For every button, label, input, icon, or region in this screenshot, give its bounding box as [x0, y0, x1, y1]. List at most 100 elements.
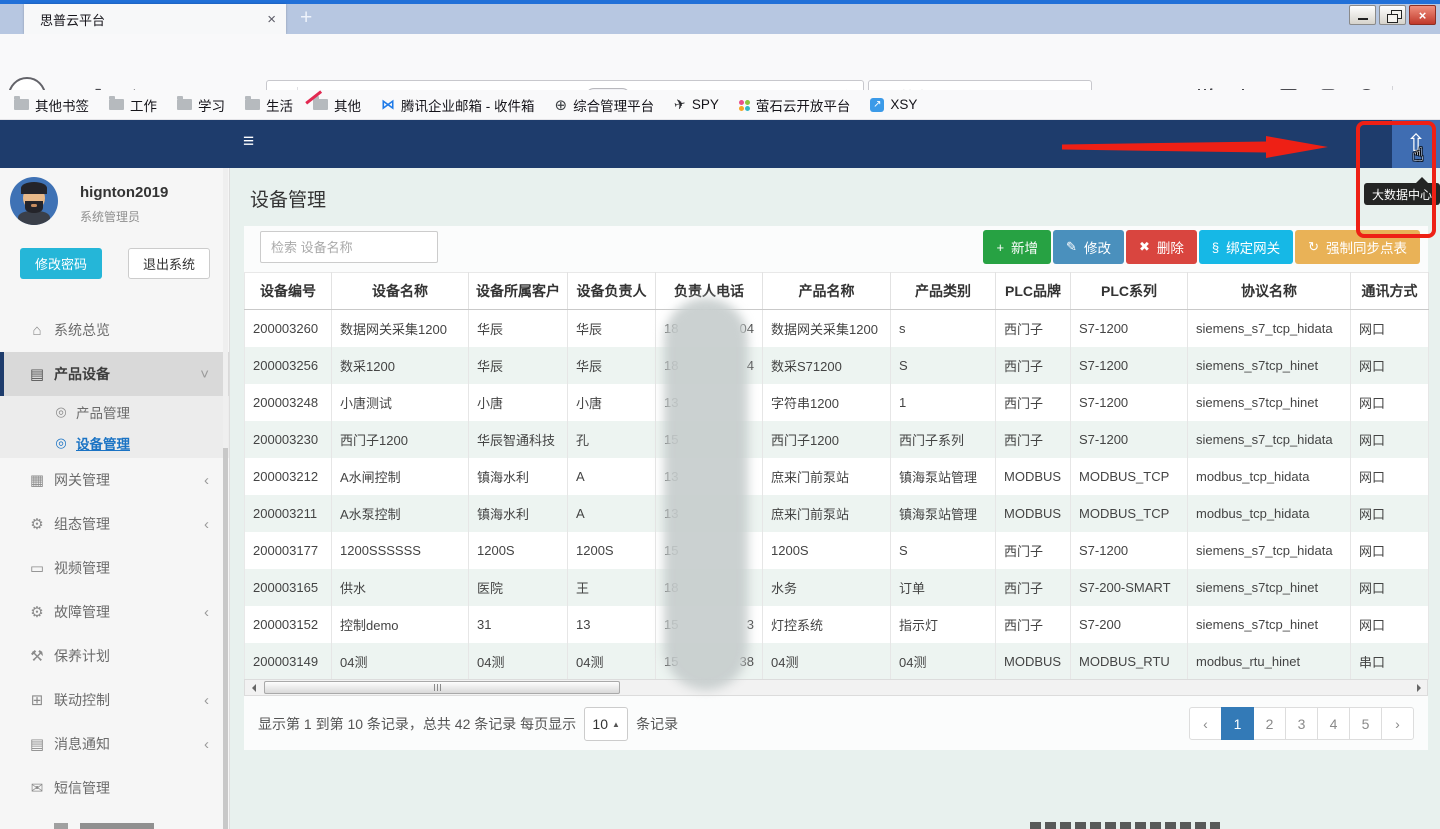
add-button[interactable]: +新增	[983, 230, 1051, 264]
device-table-body: 200003260 数据网关采集1200 华辰 华辰 1804 数据网关采集12…	[245, 310, 1429, 680]
page-prev-button[interactable]: ‹	[1189, 707, 1222, 740]
column-header[interactable]: 协议名称	[1188, 273, 1351, 310]
bookmark-item[interactable]: ⊕综合管理平台	[555, 95, 655, 115]
page-button-5[interactable]: 5	[1349, 707, 1382, 740]
page-title: 设备管理	[250, 185, 326, 212]
sidebar-item-maintenance-plan[interactable]: ⚒ 保养计划	[0, 634, 229, 678]
page-button-4[interactable]: 4	[1317, 707, 1350, 740]
table-row[interactable]: 200003212 A水闸控制 镇海水利 A 13 庶来门前泵站 镇海泵站管理 …	[245, 458, 1429, 495]
bookmark-item[interactable]: ✈SPY	[674, 96, 719, 113]
sidebar-item-product-device[interactable]: ▤ 产品设备 ˅	[0, 352, 229, 396]
column-header[interactable]: 设备负责人	[568, 273, 656, 310]
cell-category: 1	[891, 384, 996, 421]
close-window-button[interactable]: ×	[1409, 5, 1436, 25]
sidebar-item-video-management[interactable]: ▭ 视频管理	[0, 546, 229, 590]
table-row[interactable]: 200003165 供水 医院 王 18 水务 订单 西门子 S7-200-SM…	[245, 569, 1429, 606]
sidebar-item-label: 消息通知	[54, 734, 110, 754]
column-header[interactable]: 设备所属客户	[469, 273, 568, 310]
sidebar-item-message-notice[interactable]: ▤ 消息通知 ‹	[0, 722, 229, 766]
bookmark-folder[interactable]: 其他书签	[14, 95, 89, 115]
table-row[interactable]: 200003260 数据网关采集1200 华辰 华辰 1804 数据网关采集12…	[245, 310, 1429, 347]
cell-category: S	[891, 347, 996, 384]
cell-category: 西门子系列	[891, 421, 996, 458]
device-panel: +新增 ✎修改 ✖删除 §绑定网关 ↻强制同步点表 设备编号设备名称设备所属客户…	[244, 226, 1428, 750]
force-sync-button[interactable]: ↻强制同步点表	[1295, 230, 1420, 264]
cell-device-name: 小唐测试	[332, 384, 469, 421]
column-header[interactable]: PLC品牌	[996, 273, 1071, 310]
sidebar-toggle-icon[interactable]: ≡	[243, 131, 254, 153]
table-row[interactable]: 200003152 控制demo 31 13 153 灯控系统 指示灯 西门子 …	[245, 606, 1429, 643]
cell-category: 镇海泵站管理	[891, 495, 996, 532]
column-header[interactable]: 产品类别	[891, 273, 996, 310]
edit-button[interactable]: ✎修改	[1053, 230, 1124, 264]
column-header[interactable]: 设备编号	[245, 273, 332, 310]
sidebar-scrollbar[interactable]	[223, 168, 228, 829]
scroll-right-arrow[interactable]	[1411, 680, 1427, 695]
scrollbar-thumb[interactable]	[264, 681, 620, 694]
table-row[interactable]: 200003177 1200SSSSSS 1200S 1200S 15 1200…	[245, 532, 1429, 569]
table-row[interactable]: 200003149 04测 04测 04测 1538 04测 04测 MODBU…	[245, 643, 1429, 680]
cell-plc-series: MODBUS_TCP	[1071, 495, 1188, 532]
new-tab-button[interactable]: +	[300, 4, 312, 32]
bookmark-folder[interactable]: 其他	[313, 95, 361, 115]
change-password-button[interactable]: 修改密码	[20, 248, 102, 279]
sidebar-item-gateway-management[interactable]: ▦ 网关管理 ‹	[0, 458, 229, 502]
cell-customer: 小唐	[469, 384, 568, 421]
column-header[interactable]: 产品名称	[763, 273, 891, 310]
table-row[interactable]: 200003248 小唐测试 小唐 小唐 13 字符串1200 1 西门子 S7…	[245, 384, 1429, 421]
cell-owner: 04测	[568, 643, 656, 680]
scroll-left-arrow[interactable]	[245, 680, 261, 695]
bind-gateway-button[interactable]: §绑定网关	[1199, 230, 1293, 264]
cell-owner: A	[568, 495, 656, 532]
table-toolbar: +新增 ✎修改 ✖删除 §绑定网关 ↻强制同步点表	[983, 230, 1420, 264]
sidebar-item-config-management[interactable]: ⚙ 组态管理 ‹	[0, 502, 229, 546]
bookmark-item[interactable]: ↗XSY	[870, 97, 917, 112]
sidebar-item-device-management[interactable]: ◎ 设备管理	[0, 427, 229, 458]
page-button-3[interactable]: 3	[1285, 707, 1318, 740]
xsy-logo-icon: ↗	[870, 98, 884, 112]
bookmark-folder[interactable]: 生活	[245, 95, 293, 115]
sidebar-item-label: 短信管理	[54, 778, 110, 798]
browser-tab[interactable]: 思普云平台 ×	[24, 4, 286, 34]
device-search-input[interactable]	[260, 231, 438, 263]
sidebar-item-system-overview[interactable]: ⌂ 系统总览	[0, 308, 229, 352]
table-row[interactable]: 200003211 A水泵控制 镇海水利 A 13 庶来门前泵站 镇海泵站管理 …	[245, 495, 1429, 532]
column-header[interactable]: PLC系列	[1071, 273, 1188, 310]
tab-close-icon[interactable]: ×	[267, 12, 276, 27]
column-header[interactable]: 通讯方式	[1351, 273, 1429, 310]
sidebar-item-label: 联动控制	[54, 690, 110, 710]
bookmark-item[interactable]: ⋈腾讯企业邮箱 - 收件箱	[381, 95, 535, 115]
cell-comm-type: 网口	[1351, 532, 1429, 569]
sidebar-item-linkage-control[interactable]: ⊞ 联动控制 ‹	[0, 678, 229, 722]
folder-icon	[109, 99, 124, 110]
sidebar-item-sms-management[interactable]: ✉ 短信管理	[0, 766, 229, 810]
cell-product: 庶来门前泵站	[763, 495, 891, 532]
cell-customer: 04测	[469, 643, 568, 680]
cell-device-id: 200003152	[245, 606, 332, 643]
ezviz-logo-icon	[739, 100, 744, 105]
privacy-blur-overlay	[664, 298, 748, 690]
page-size-select[interactable]: 10▲	[584, 707, 628, 741]
sidebar-item-fault-management[interactable]: ⚙ 故障管理 ‹	[0, 590, 229, 634]
sidebar-item-product-management[interactable]: ◎ 产品管理	[0, 396, 229, 427]
page-button-1[interactable]: 1	[1221, 707, 1254, 740]
bookmark-item[interactable]: 萤石云开放平台	[739, 95, 851, 115]
table-row[interactable]: 200003256 数采1200 华辰 华辰 184 数采S71200 S 西门…	[245, 347, 1429, 384]
minimize-button[interactable]	[1349, 5, 1376, 25]
cell-protocol: modbus_tcp_hidata	[1188, 495, 1351, 532]
cell-device-id: 200003177	[245, 532, 332, 569]
table-row[interactable]: 200003230 西门子1200 华辰智通科技 孔 15 西门子1200 西门…	[245, 421, 1429, 458]
avatar[interactable]	[10, 177, 58, 225]
cell-protocol: siemens_s7tcp_hinet	[1188, 347, 1351, 384]
column-header[interactable]: 设备名称	[332, 273, 469, 310]
sidebar-scrollbar-thumb[interactable]	[223, 448, 228, 829]
summary-suffix: 条记录	[636, 714, 678, 734]
page-next-button[interactable]: ›	[1381, 707, 1414, 740]
horizontal-scrollbar[interactable]	[244, 679, 1428, 696]
logout-button[interactable]: 退出系统	[128, 248, 210, 279]
bookmark-folder[interactable]: 工作	[109, 95, 157, 115]
restore-button[interactable]	[1379, 5, 1406, 25]
bookmark-folder[interactable]: 学习	[177, 95, 225, 115]
delete-button[interactable]: ✖删除	[1126, 230, 1197, 264]
page-button-2[interactable]: 2	[1253, 707, 1286, 740]
